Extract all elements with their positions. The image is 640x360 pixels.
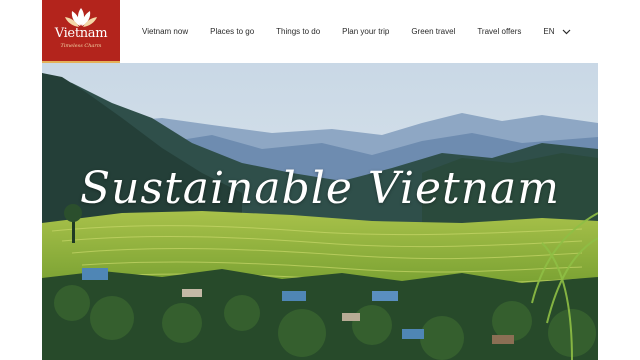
main-navigation: Vietnam now Places to go Things to do Pl… [142, 0, 598, 63]
lotus-flower-icon [65, 8, 97, 27]
logo-brand-text: Vietnam [54, 26, 108, 41]
language-code: EN [543, 27, 555, 36]
site-logo[interactable]: Vietnam Timeless Charm [42, 0, 120, 63]
hero-title: Sustainable Vietnam [80, 163, 560, 214]
nav-item-vietnam-now[interactable]: Vietnam now [142, 27, 188, 36]
nav-item-plan-your-trip[interactable]: Plan your trip [342, 27, 389, 36]
chevron-down-icon [563, 29, 571, 34]
logo-tagline: Timeless Charm [60, 43, 102, 49]
hero-banner: Sustainable Vietnam [42, 63, 598, 360]
nav-item-things-to-do[interactable]: Things to do [276, 27, 320, 36]
nav-item-green-travel[interactable]: Green travel [411, 27, 455, 36]
site-header: Vietnam Timeless Charm Vietnam now Place… [42, 0, 598, 63]
language-selector[interactable]: EN [543, 27, 571, 36]
nav-item-places-to-go[interactable]: Places to go [210, 27, 254, 36]
nav-item-travel-offers[interactable]: Travel offers [477, 27, 521, 36]
website-page: Vietnam Timeless Charm Vietnam now Place… [42, 0, 598, 360]
